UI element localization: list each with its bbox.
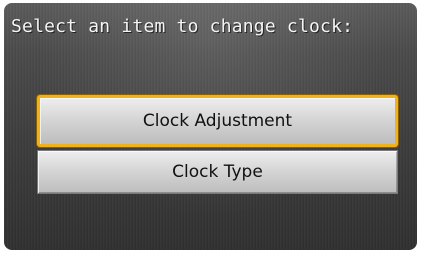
- clock-type-button[interactable]: Clock Type: [37, 150, 398, 194]
- clock-adjustment-button[interactable]: Clock Adjustment: [37, 95, 398, 147]
- clock-settings-screen: Select an item to change clock: Clock Ad…: [4, 3, 417, 250]
- clock-type-label: Clock Type: [172, 162, 263, 182]
- clock-adjustment-label: Clock Adjustment: [142, 111, 293, 131]
- screen-prompt: Select an item to change clock:: [11, 16, 354, 37]
